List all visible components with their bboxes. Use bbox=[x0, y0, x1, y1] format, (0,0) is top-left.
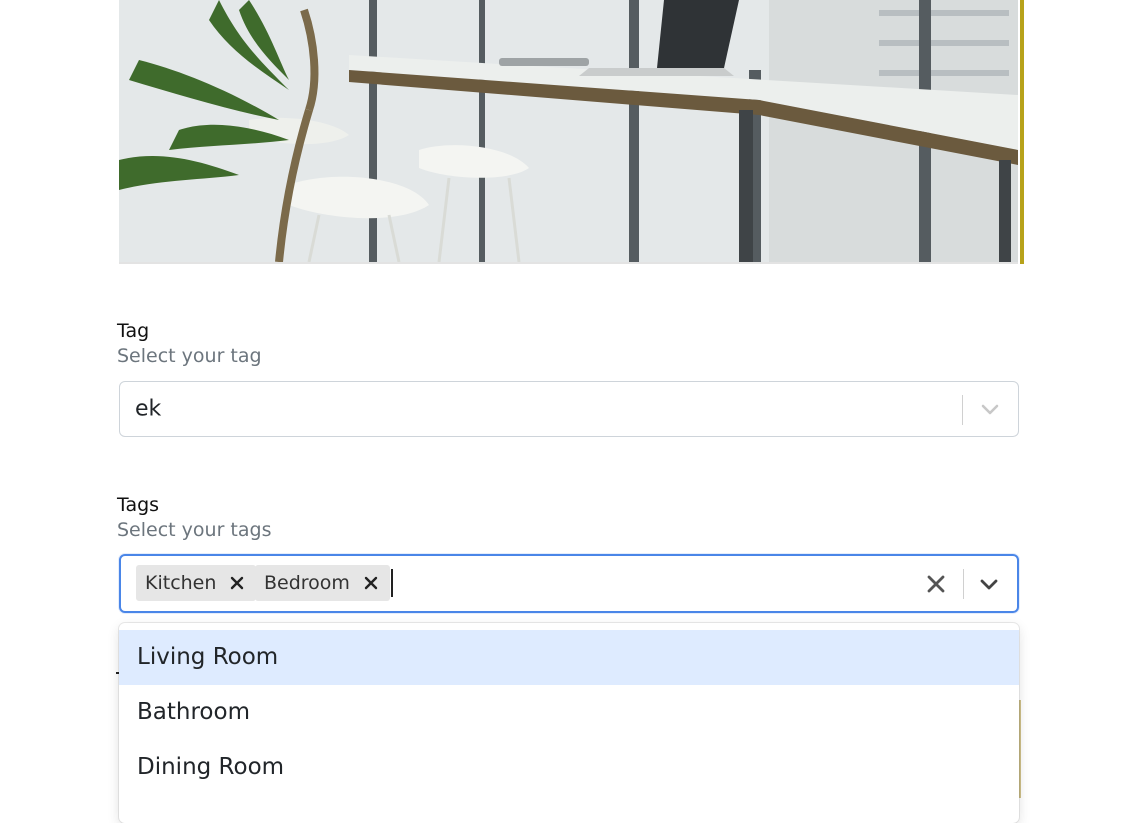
tags-help-text: Select your tags bbox=[117, 519, 272, 541]
option-bathroom[interactable]: Bathroom bbox=[119, 685, 1019, 740]
remove-chip-icon[interactable] bbox=[364, 576, 378, 590]
tag-select-value: ek bbox=[135, 396, 162, 422]
menu-padding bbox=[119, 623, 1019, 630]
chip-kitchen: Kitchen bbox=[136, 565, 257, 601]
tag-select[interactable]: ek bbox=[119, 381, 1019, 437]
chip-label: Bedroom bbox=[264, 572, 350, 594]
tags-dropdown-menu: Living Room Bathroom Dining Room bbox=[119, 623, 1019, 823]
tags-multiselect[interactable]: Kitchen Bedroom bbox=[119, 554, 1019, 613]
text-cursor bbox=[391, 569, 393, 597]
office-photo-illustration bbox=[119, 0, 1018, 262]
tag-label: Tag bbox=[117, 320, 150, 342]
indicator-separator bbox=[962, 395, 963, 425]
option-dining-room[interactable]: Dining Room bbox=[119, 740, 1019, 795]
option-living-room[interactable]: Living Room bbox=[119, 630, 1019, 685]
indicator-separator bbox=[963, 569, 964, 599]
chevron-down-icon[interactable] bbox=[978, 397, 1002, 421]
photo-accent-border bbox=[1020, 0, 1024, 264]
office-photo bbox=[119, 0, 1018, 264]
clear-icon[interactable] bbox=[925, 573, 947, 595]
tag-help-text: Select your tag bbox=[117, 345, 262, 367]
chip-label: Kitchen bbox=[145, 572, 217, 594]
chip-bedroom: Bedroom bbox=[255, 565, 390, 601]
tags-label: Tags bbox=[117, 494, 160, 516]
chevron-down-icon[interactable] bbox=[977, 572, 1001, 596]
remove-chip-icon[interactable] bbox=[230, 576, 244, 590]
